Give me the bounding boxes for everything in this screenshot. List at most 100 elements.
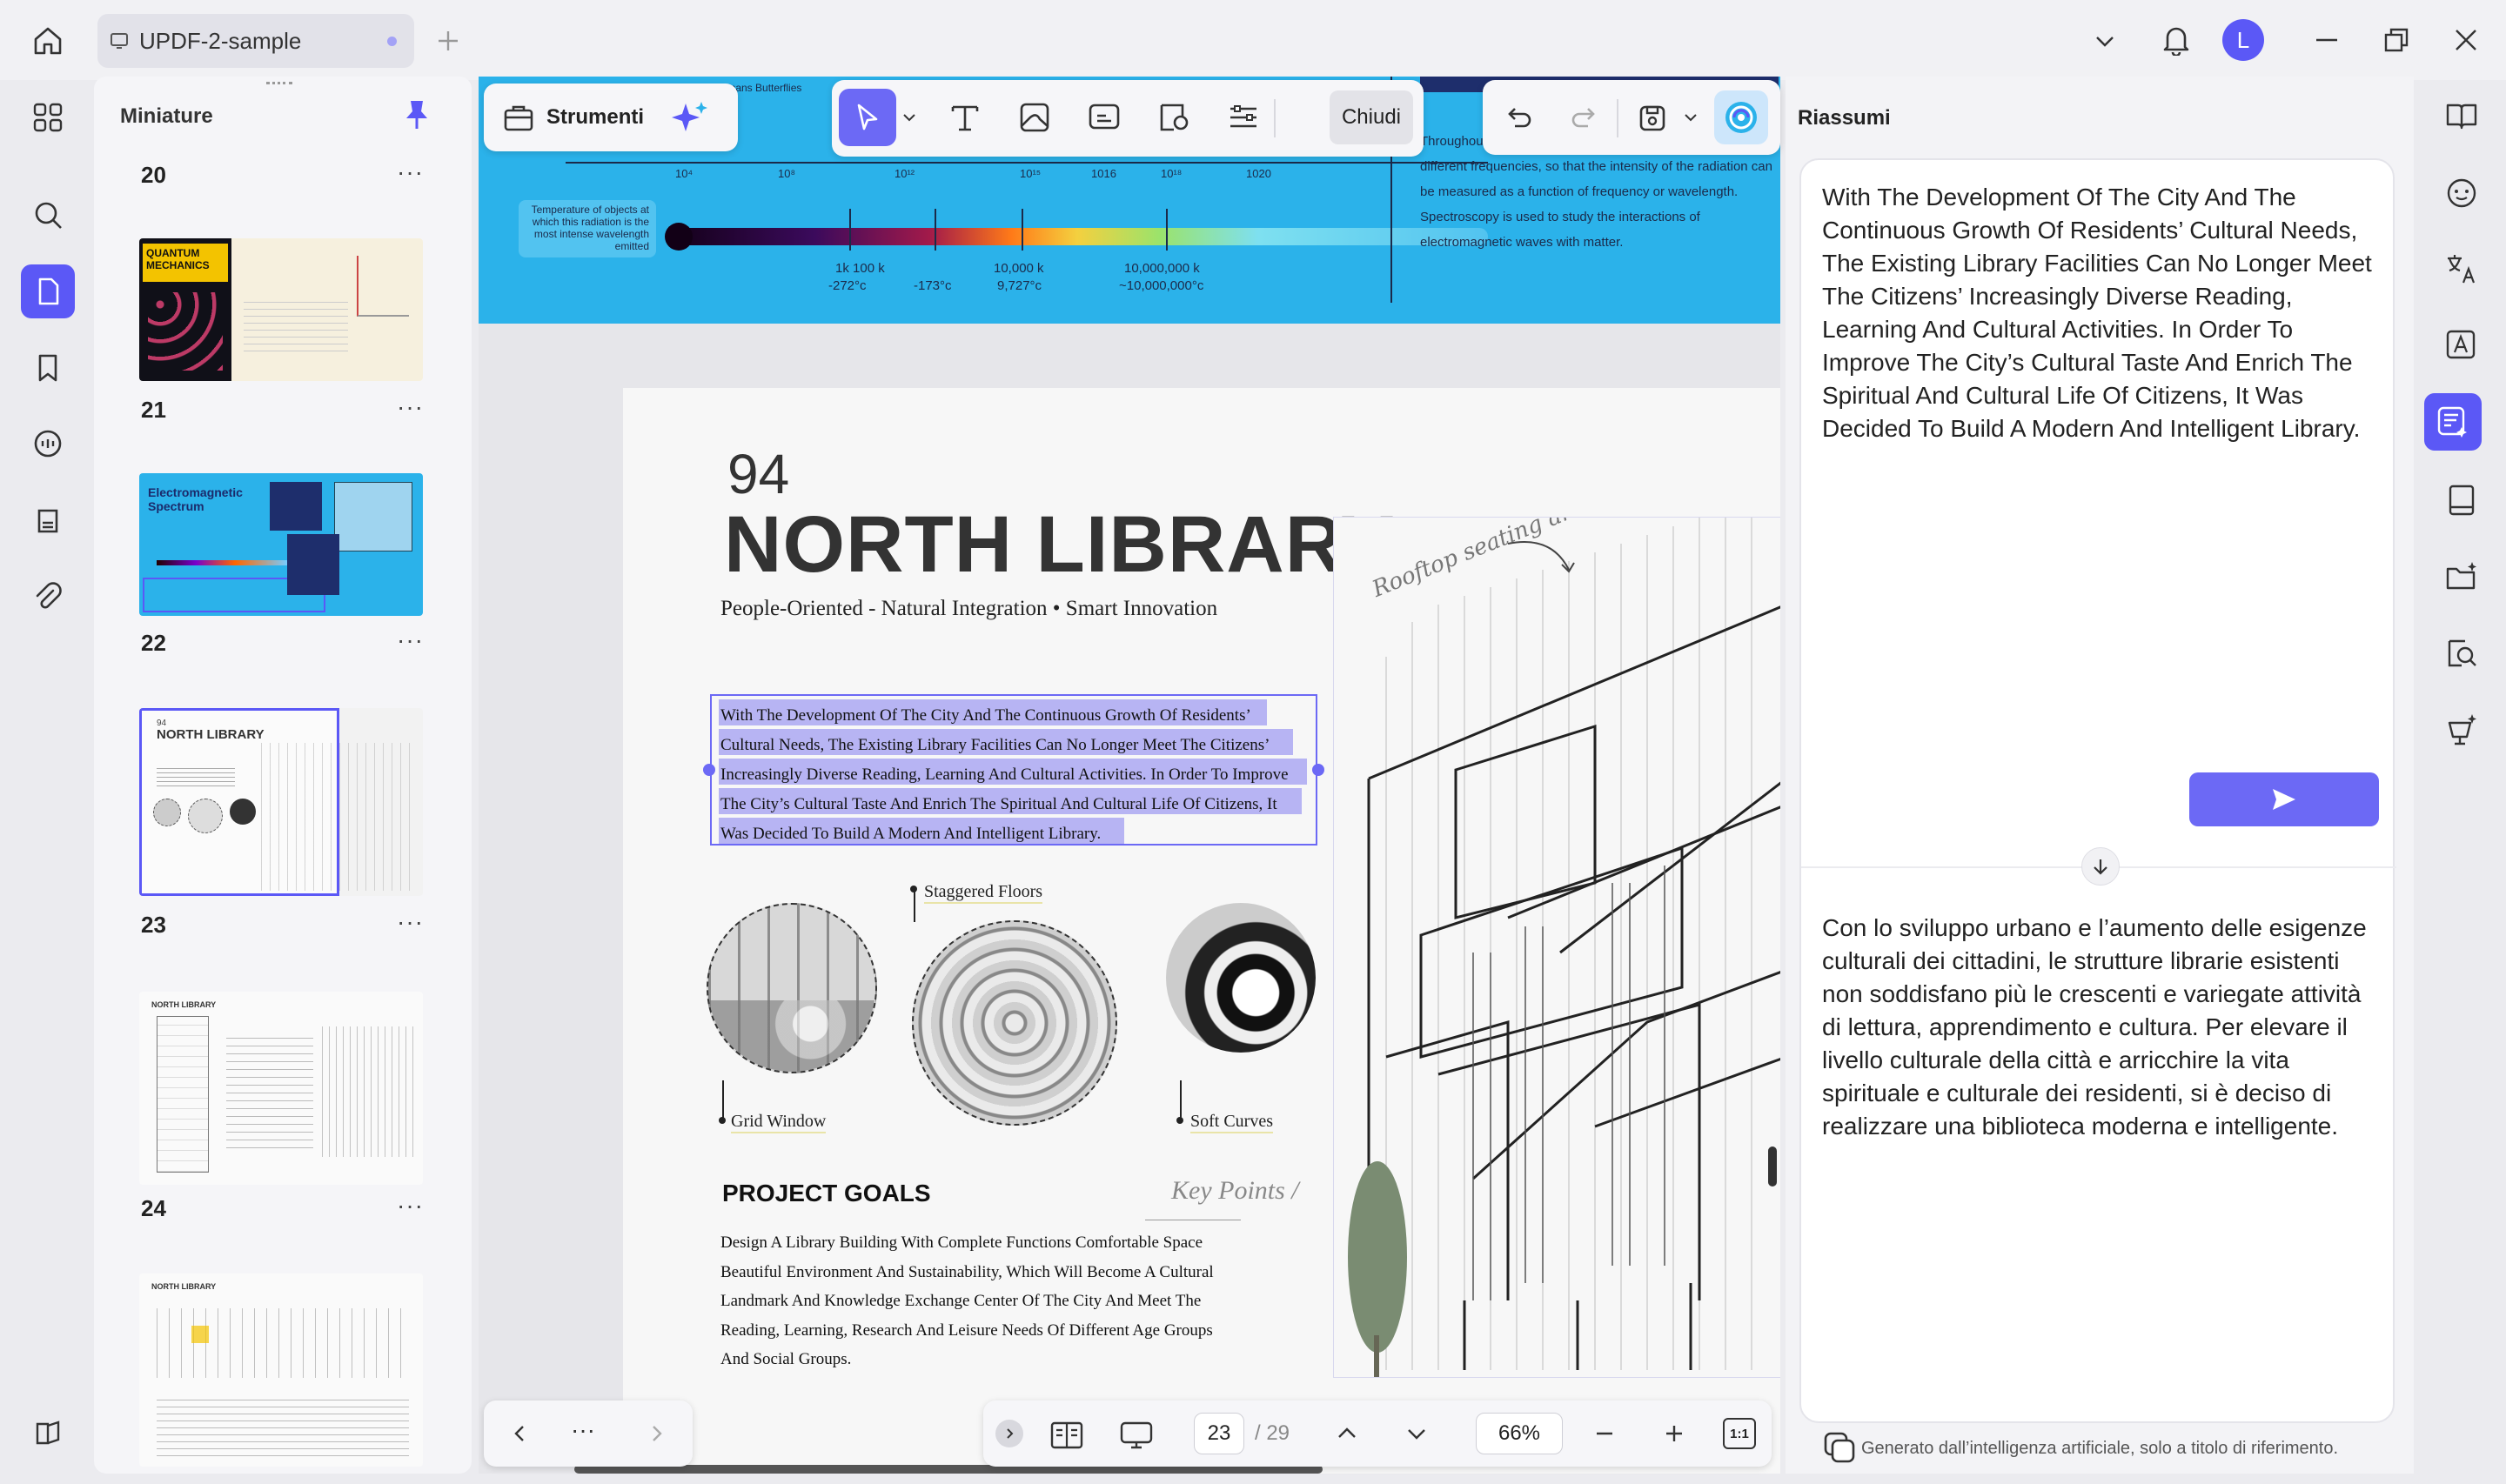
temp-value: 1k 100 k (835, 261, 885, 276)
folder-ai-icon[interactable] (2435, 550, 2489, 604)
chevron-left-icon[interactable] (501, 1414, 539, 1453)
layers-icon[interactable] (21, 1406, 75, 1460)
chevron-up-icon[interactable] (1328, 1414, 1366, 1453)
selected-line: Cultural Needs, The Existing Library Fac… (720, 731, 1321, 760)
close-icon[interactable] (2447, 21, 2485, 59)
thumb-more-button[interactable]: ··· (397, 626, 424, 654)
presentation-icon[interactable] (1114, 1413, 1159, 1458)
thumbnail-page-25[interactable]: NORTH LIBRARY (139, 1273, 423, 1467)
minimize-icon[interactable] (2308, 21, 2346, 59)
temp-celsius: 9,727°c (997, 278, 1042, 293)
send-button[interactable] (2189, 772, 2379, 826)
bookmark-icon[interactable] (21, 341, 75, 395)
selected-paragraph[interactable]: With The Development Of The City And The… (720, 701, 1321, 849)
selected-line: Increasingly Diverse Reading, Learning A… (720, 760, 1321, 790)
temp-value: 10,000,000 k (1124, 261, 1200, 276)
chat-bot-icon[interactable] (2435, 165, 2489, 219)
temperature-label: Temperature of objects at which this rad… (519, 200, 656, 257)
undo-icon[interactable] (1495, 94, 1542, 141)
stamp-icon[interactable] (21, 494, 75, 548)
image-tool-icon[interactable] (1011, 94, 1058, 141)
vertical-scrollbar-thumb[interactable] (1768, 1146, 1777, 1187)
unsaved-dot (387, 37, 397, 46)
translate-page-icon[interactable] (2435, 318, 2489, 372)
link-tool-icon[interactable] (1081, 94, 1128, 141)
select-cursor-icon[interactable] (839, 89, 896, 146)
thumb-21-heading: QUANTUM MECHANICS (143, 244, 228, 282)
selection-handle-right[interactable] (1312, 764, 1324, 776)
presentation-ai-icon[interactable] (2435, 703, 2489, 757)
text-tool-icon[interactable] (941, 94, 988, 141)
home-icon[interactable] (26, 19, 70, 63)
save-icon[interactable] (1629, 94, 1676, 141)
document-tab[interactable]: UPDF-2-sample (97, 14, 414, 68)
selection-handle-left[interactable] (703, 764, 715, 776)
search-icon[interactable] (21, 188, 75, 242)
drag-handle[interactable] (266, 82, 292, 85)
grid-view-icon[interactable] (21, 90, 75, 144)
collapse-arrow-icon[interactable] (995, 1420, 1023, 1447)
grid-window-image (707, 903, 877, 1073)
thumbnail-page-21[interactable]: QUANTUM MECHANICS (139, 238, 423, 381)
search-document-icon[interactable] (2435, 626, 2489, 680)
thumb-23-title: NORTH LIBRARY (157, 727, 265, 742)
goals-line: Beautiful Environment And Sustainability… (720, 1258, 1277, 1287)
thumbnails-panel: Miniature 20 ··· QUANTUM MECHANICS 21 ··… (94, 77, 472, 1474)
avatar[interactable]: L (2222, 19, 2264, 61)
zoom-out-icon[interactable] (1585, 1414, 1624, 1453)
chevron-down-icon[interactable] (1397, 1414, 1436, 1453)
current-page-input[interactable]: 23 (1194, 1413, 1244, 1454)
location-tool-icon[interactable] (1150, 94, 1197, 141)
temp-value: 10,000 k (994, 261, 1044, 276)
attachment-icon[interactable] (21, 571, 75, 625)
arrow-down-icon[interactable] (2081, 847, 2120, 886)
thumbnail-page-24[interactable]: NORTH LIBRARY (139, 992, 423, 1185)
document-viewer[interactable]: Humans Butterflies 10⁴ 10⁸ 10¹² 10¹⁵ 101… (479, 77, 1780, 1474)
pages-icon[interactable] (21, 264, 75, 318)
key-points-label: Key Points / (1171, 1176, 1299, 1206)
thumb-more-button[interactable]: ··· (397, 908, 424, 936)
thumb-more-button[interactable]: ··· (397, 1192, 424, 1220)
thumbnail-page-23[interactable]: 94 NORTH LIBRARY (139, 708, 423, 896)
zoom-level[interactable]: 66% (1476, 1413, 1563, 1454)
goals-line: Landmark And Knowledge Exchange Center O… (720, 1287, 1277, 1316)
chevron-right-icon[interactable] (637, 1414, 675, 1453)
title-bar: UPDF-2-sample L (0, 0, 2506, 80)
book-icon[interactable] (2435, 473, 2489, 527)
page-navigation-bar: ··· (484, 1400, 693, 1467)
bell-icon[interactable] (2156, 19, 2196, 59)
tick-label: 10⁸ (778, 167, 795, 180)
total-pages: / 29 (1255, 1421, 1290, 1446)
summary-source-text[interactable]: With The Development Of The City And The… (1822, 181, 2379, 445)
building-sketch: Rooftop seating area (1333, 517, 1780, 1378)
page-layout-icon[interactable] (1044, 1413, 1089, 1458)
thumb-number: 20 (141, 162, 166, 189)
thumb-more-button[interactable]: ··· (397, 158, 424, 186)
zoom-in-icon[interactable] (1655, 1414, 1693, 1453)
more-pages-button[interactable]: ··· (571, 1416, 595, 1444)
page-23: 94 NORTH LIBRARY People-Oriented - Natur… (623, 388, 1780, 1474)
summary-card: With The Development Of The City And The… (1799, 158, 2395, 1423)
redo-icon[interactable] (1561, 94, 1608, 141)
history-toolbar (1483, 80, 1780, 155)
restore-icon[interactable] (2377, 21, 2416, 59)
thumbnail-page-22[interactable]: Electromagnetic Spectrum (139, 473, 423, 616)
chevron-down-icon[interactable] (1678, 104, 1704, 130)
ai-assistant-icon[interactable] (1714, 90, 1768, 144)
settings-sliders-icon[interactable] (1220, 94, 1267, 141)
pin-icon[interactable] (404, 99, 430, 130)
thumb-number: 24 (141, 1195, 166, 1222)
ai-sparkle-icon[interactable] (670, 100, 708, 135)
chevron-down-icon[interactable] (2087, 23, 2123, 59)
read-book-icon[interactable] (2435, 89, 2489, 143)
actual-size-button[interactable]: 1:1 (1723, 1418, 1756, 1449)
thumb-more-button[interactable]: ··· (397, 393, 424, 421)
chevron-down-icon[interactable] (896, 104, 922, 130)
selected-line: Was Decided To Build A Modern And Intell… (720, 819, 1321, 849)
translate-icon[interactable] (2435, 242, 2489, 296)
tools-menu-button[interactable]: Strumenti (484, 84, 738, 151)
comment-icon[interactable] (21, 418, 75, 471)
summarize-icon[interactable] (2424, 393, 2482, 451)
close-edit-button[interactable]: Chiudi (1330, 90, 1413, 144)
new-tab-icon[interactable] (430, 23, 466, 59)
